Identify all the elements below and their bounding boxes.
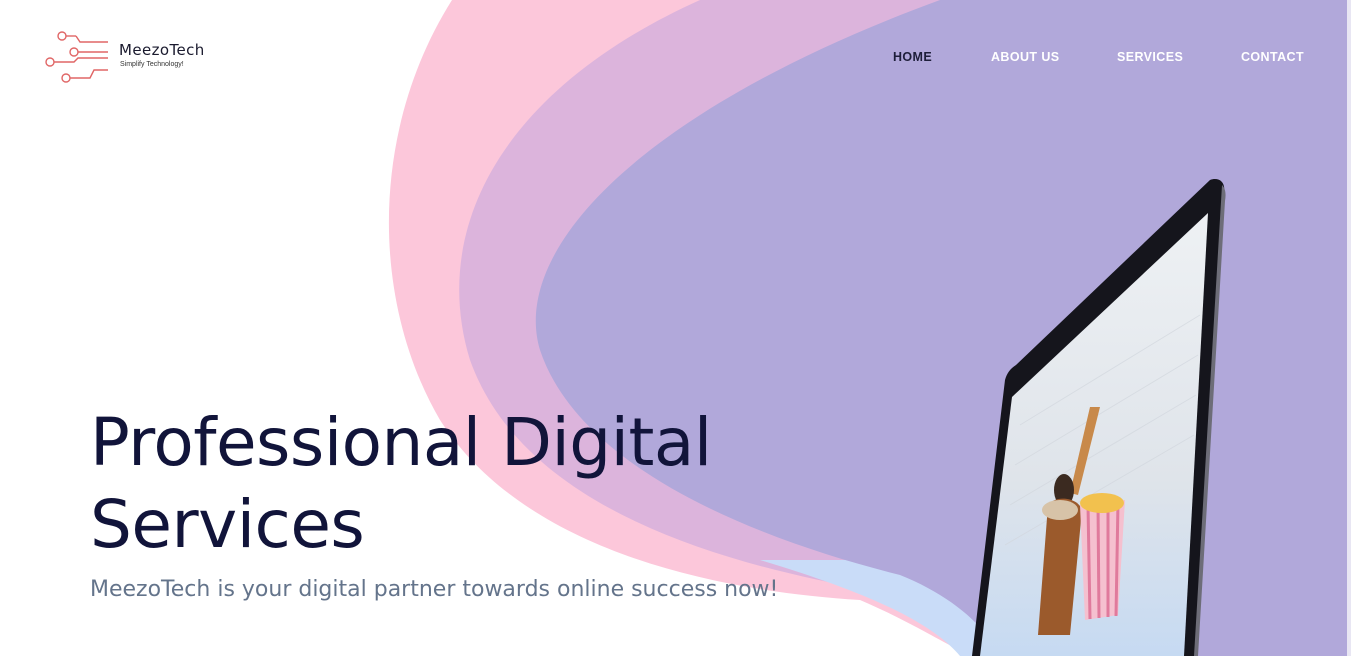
hero-title-line2: Services (90, 486, 365, 563)
popcorn-box (1080, 493, 1125, 620)
nav-contact[interactable]: CONTACT (1241, 50, 1304, 64)
nav-services[interactable]: SERVICES (1117, 50, 1183, 64)
hero-title: Professional Digital Services (90, 402, 712, 566)
monitor-illustration (972, 179, 1226, 656)
hero-title-line1: Professional Digital (90, 404, 712, 481)
nav-home[interactable]: HOME (893, 50, 932, 64)
hero-subtitle: MeezoTech is your digital partner toward… (90, 577, 779, 602)
nav-about-us[interactable]: ABOUT US (991, 50, 1059, 64)
main-nav: HOME ABOUT US SERVICES CONTACT (0, 50, 1351, 66)
